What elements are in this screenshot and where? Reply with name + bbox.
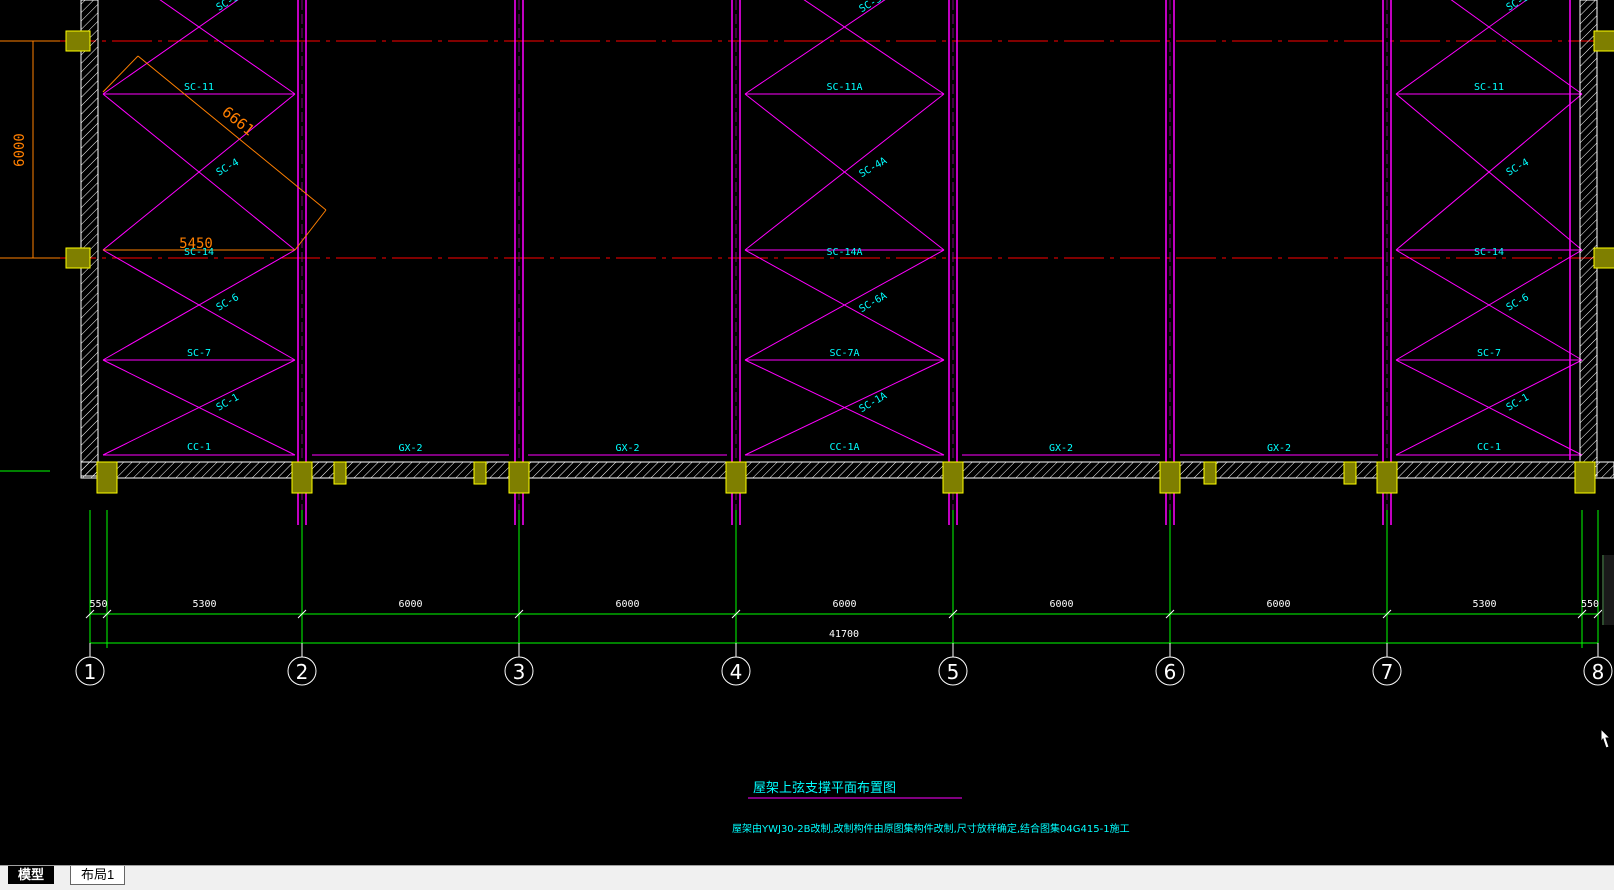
gx-label: GX-2	[1267, 443, 1291, 454]
column-8	[1574, 461, 1596, 494]
gx-label: GX-2	[1049, 443, 1073, 454]
plan-note: 屋架由YWJ30-2B改制,改制构件由原图集构件改制,尺寸放样确定,结合图集04…	[732, 822, 1130, 835]
brace-label-sc-11: SC-11	[184, 82, 214, 93]
drawing-canvas[interactable]: 6000 6661 5450 550 5300 6000 6000 6000 6000 6000 5…	[0, 0, 1614, 865]
column-7	[1376, 461, 1398, 494]
grid-label-5: 5	[947, 660, 960, 684]
tab-layout1[interactable]: 布局1	[70, 866, 126, 885]
brace-label-sc-1: SC-1	[1505, 392, 1531, 414]
bay0-diag-0b	[102, 0, 239, 95]
left-dim-text: 6000	[12, 133, 28, 167]
column-2	[291, 461, 313, 494]
bay0-diag-0a	[159, 0, 296, 95]
brace-label-cc-1: CC-1	[1477, 442, 1501, 453]
wind-column-2	[473, 461, 487, 485]
grid-label-7: 7	[1381, 660, 1394, 684]
diag-dim-a-text: 6661	[218, 103, 257, 140]
brace-label-sc-14a: SC-14A	[826, 247, 862, 258]
brace-label-sc-5: SC-5	[215, 0, 241, 14]
member-labels: SC-5 SC-11 SC-4 SC-14 SC-6 SC-7 SC-1 CC-1 SC-5A S…	[184, 0, 1531, 454]
brace-label-sc-7: SC-7	[187, 348, 211, 359]
segment-dim-text: 6000	[398, 599, 422, 610]
scroll-handle[interactable]	[1602, 555, 1614, 625]
grid-label-2: 2	[296, 660, 309, 684]
dimensions: 600066615450550 5300 6000 6000 6000 6000 6000 5…	[0, 40, 1603, 648]
segment-dim-text: 550	[1581, 599, 1599, 610]
grid-label-1: 1	[84, 660, 97, 684]
crosshair-cursor-icon	[1600, 727, 1612, 749]
right-wall	[1579, 0, 1598, 477]
edge-block-2	[65, 247, 91, 269]
brace-label-cc-1: CC-1	[187, 442, 211, 453]
column-4	[725, 461, 747, 494]
brace-label-sc-6: SC-6	[1505, 292, 1531, 314]
column-3	[508, 461, 530, 494]
brace-label-sc-7a: SC-7A	[829, 348, 859, 359]
edge-block-1	[65, 30, 91, 52]
diag-dim-ext-1	[102, 55, 139, 93]
brace-label-sc-5: SC-5	[1505, 0, 1531, 14]
gx-label: GX-2	[398, 443, 422, 454]
brace-label-sc-6a: SC-6A	[857, 291, 889, 316]
brace-label-sc-6: SC-6	[215, 292, 241, 314]
segment-dim-text: 6000	[1266, 599, 1290, 610]
brace-label-sc-14: SC-14	[184, 247, 214, 258]
grid-label-8: 8	[1592, 660, 1605, 684]
wind-column-4	[1343, 461, 1357, 485]
segment-dim-text: 5300	[1472, 599, 1496, 610]
grid-label-3: 3	[513, 660, 526, 684]
axis-lines	[0, 40, 1614, 259]
segment-dim-text: 550	[89, 599, 107, 610]
brace-label-sc-4: SC-4	[1505, 157, 1531, 179]
total-dim-text: 41700	[829, 629, 859, 640]
brace-label-cc-1a: CC-1A	[829, 442, 859, 453]
segment-dim-text: 6000	[1049, 599, 1073, 610]
column-6	[1159, 461, 1181, 494]
brace-label-sc-7: SC-7	[1477, 348, 1501, 359]
wind-column-1	[333, 461, 347, 485]
layout-tab-bar: 模型 布局1	[0, 865, 1614, 890]
column-1	[96, 461, 118, 494]
bay1-diag-0a	[803, 0, 945, 95]
segment-dim-text: 6000	[615, 599, 639, 610]
segment-dim-text: 6000	[832, 599, 856, 610]
edge-block-3	[1593, 30, 1614, 52]
gx-label: GX-2	[615, 443, 639, 454]
wind-column-3	[1203, 461, 1217, 485]
grid-label-4: 4	[730, 660, 743, 684]
brace-label-sc-11a: SC-11A	[826, 82, 862, 93]
brace-label-sc-1: SC-1	[215, 392, 241, 414]
truss-frames	[297, 0, 1571, 525]
tab-model[interactable]: 模型	[8, 866, 55, 884]
bay2-diag-0b	[1395, 0, 1528, 95]
bracing	[102, 0, 1583, 456]
edge-block-4	[1593, 247, 1614, 269]
left-wall	[80, 0, 99, 477]
bay1-diag-0b	[744, 0, 886, 95]
brace-label-sc-4a: SC-4A	[857, 156, 889, 181]
column-5	[942, 461, 964, 494]
diag-dim-ext-2	[294, 209, 327, 251]
plan-title: 屋架上弦支撑平面布置图	[753, 780, 896, 796]
segment-dim-text: 5300	[192, 599, 216, 610]
brace-label-sc-14: SC-14	[1474, 247, 1504, 258]
brace-label-sc-4: SC-4	[215, 157, 241, 179]
grid-bubbles: 1 2 3 4 5 6 7 8	[75, 643, 1613, 686]
bay2-diag-0a	[1450, 0, 1583, 95]
brace-label-sc-5a: SC-5A	[857, 0, 889, 15]
brace-label-sc-11: SC-11	[1474, 82, 1504, 93]
grid-label-6: 6	[1164, 660, 1177, 684]
